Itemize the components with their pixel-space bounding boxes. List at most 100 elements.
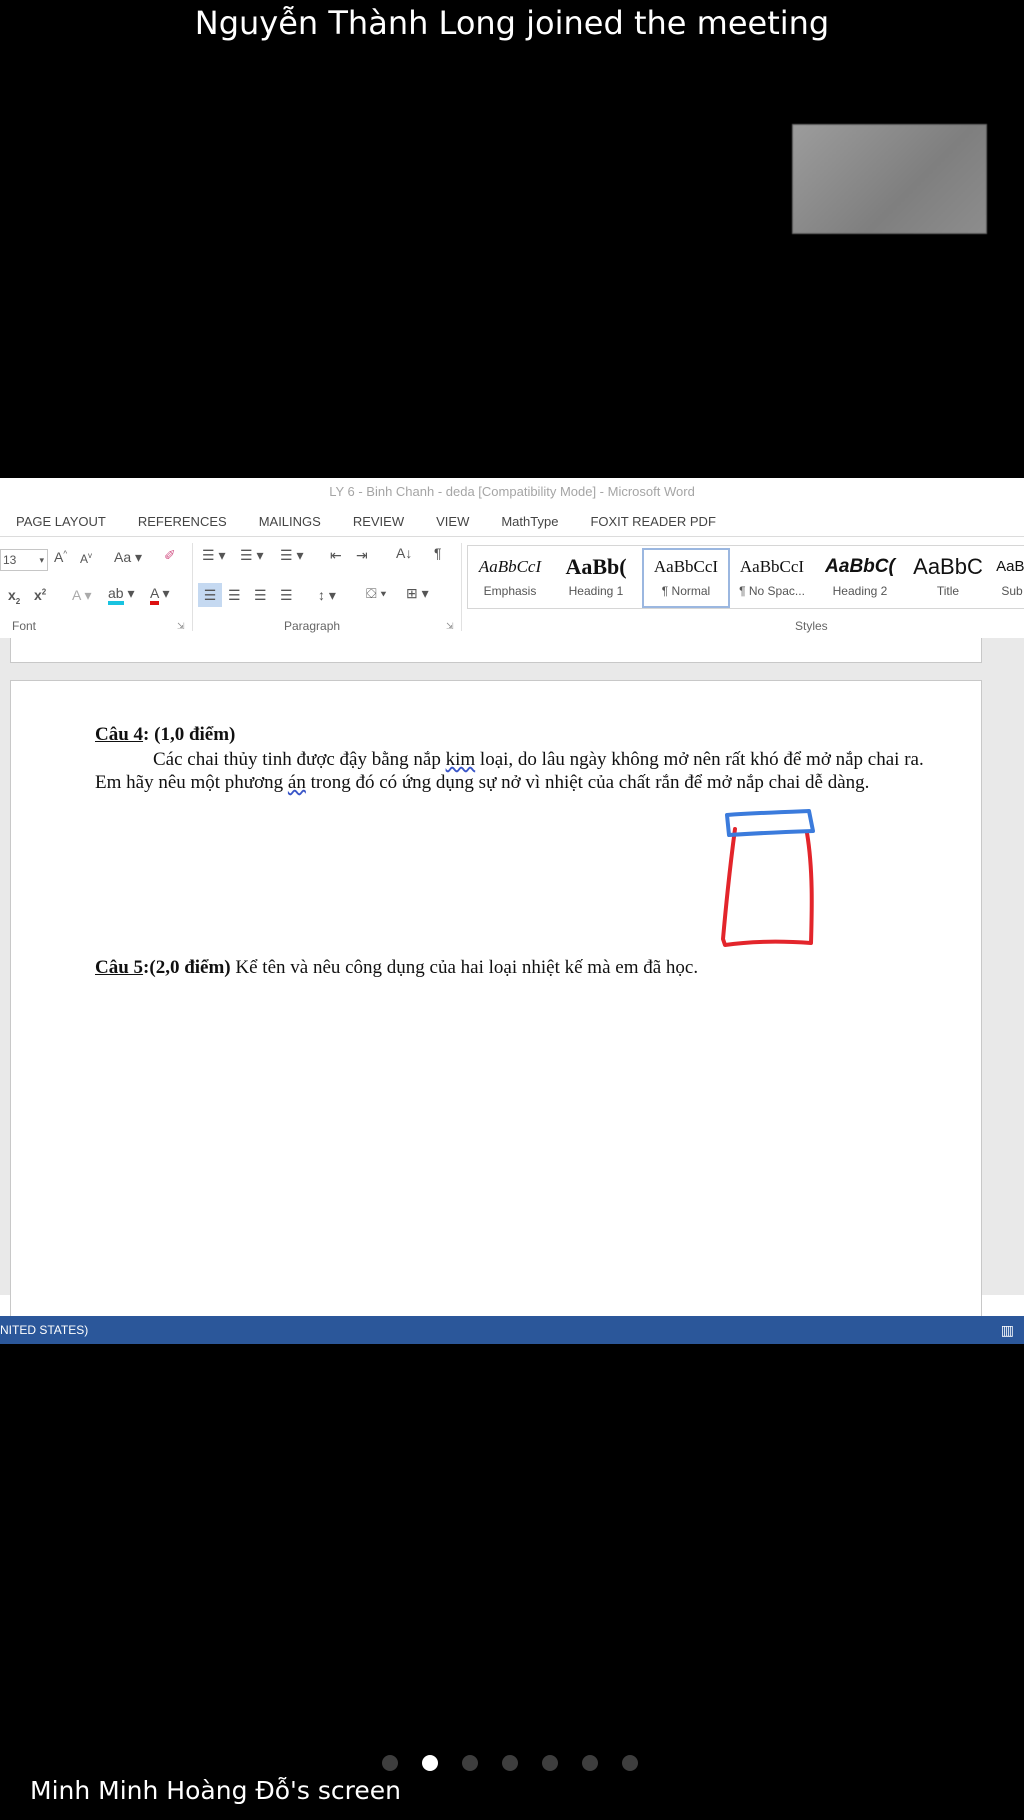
- justify-icon[interactable]: ☰: [280, 587, 293, 604]
- style-sample: AaBl: [996, 558, 1024, 575]
- previous-page-end: [10, 638, 982, 663]
- read-mode-icon[interactable]: ▥: [1001, 1316, 1014, 1344]
- question-4: Câu 4: (1,0 điểm) Các chai thủy tinh đượ…: [95, 723, 940, 794]
- shared-word-window: LY 6 - Binh Chanh - deda [Compatibility …: [0, 478, 1024, 1344]
- numbering-icon[interactable]: ☰ ▾: [240, 547, 263, 564]
- tab-foxit-reader-pdf[interactable]: FOXIT READER PDF: [590, 514, 715, 529]
- style-sample: AaBb(: [565, 554, 627, 579]
- page-dot[interactable]: [622, 1755, 638, 1771]
- question-5-points: :(2,0 điểm): [143, 957, 231, 978]
- paragraph-dialog-launcher-icon[interactable]: ⇲: [446, 621, 454, 632]
- highlight-color-icon[interactable]: ab ▾: [108, 585, 135, 605]
- style-heading-2[interactable]: AaBbC( Heading 2: [818, 550, 902, 608]
- shading-icon[interactable]: ⛋ ▾: [366, 585, 386, 602]
- question-5-text: Kể tên và nêu công dụng của hai loại nhi…: [230, 957, 699, 978]
- chevron-down-icon: ▾: [39, 555, 44, 565]
- clear-formatting-icon[interactable]: ✐: [164, 547, 176, 564]
- page-indicator: [382, 1755, 662, 1771]
- style-name: Heading 2: [832, 584, 888, 598]
- decrease-indent-icon[interactable]: ⇤: [330, 547, 342, 564]
- style-subtitle[interactable]: AaBl Sub: [992, 550, 1024, 608]
- tab-review[interactable]: REVIEW: [353, 514, 404, 529]
- tab-mailings[interactable]: MAILINGS: [259, 514, 321, 529]
- align-left-icon[interactable]: ☰: [198, 583, 222, 607]
- ribbon-separator: [192, 543, 193, 631]
- question-4-text: Các chai thủy tinh được đậy bằng nắp kim…: [95, 748, 940, 794]
- sort-icon[interactable]: A↓: [396, 545, 412, 561]
- style-sample: AaBbC(: [825, 556, 895, 577]
- style-normal[interactable]: AaBbCcI ¶ Normal: [642, 548, 730, 608]
- style-title[interactable]: AaBbC Title: [906, 550, 990, 608]
- screen-share-label: Minh Minh Hoàng Đỗ's screen: [30, 1776, 401, 1805]
- text-run: Các chai thủy tinh được đậy bằng nắp: [153, 749, 446, 770]
- hand-drawn-bottle-sketch: [721, 809, 815, 947]
- text-run: trong đó có ứng dụng sự nở vì nhiệt của …: [305, 772, 870, 793]
- style-name: ¶ Normal: [661, 584, 711, 598]
- borders-icon[interactable]: ⊞ ▾: [406, 585, 429, 602]
- grow-font-icon[interactable]: A^: [54, 549, 67, 565]
- question-5-heading: Câu 5:(2,0 điểm): [95, 957, 231, 978]
- status-language[interactable]: NITED STATES): [0, 1323, 88, 1337]
- question-4-points: : (1,0 điểm): [143, 724, 236, 745]
- document-page[interactable]: Câu 4: (1,0 điểm) Các chai thủy tinh đượ…: [10, 680, 982, 1322]
- spelling-flag: án: [287, 772, 306, 793]
- increase-indent-icon[interactable]: ⇥: [356, 547, 368, 564]
- page-dot[interactable]: [502, 1755, 518, 1771]
- page-dot[interactable]: [382, 1755, 398, 1771]
- ribbon-separator: [461, 543, 462, 631]
- ribbon: 13 ▾ A^ Av Aa ▾ ✐ x2 x2 A ▾ ab ▾ A ▾ Font…: [0, 537, 1024, 640]
- font-color-icon[interactable]: A ▾: [150, 585, 170, 605]
- style-name: ¶ No Spac...: [739, 584, 805, 598]
- style-sample: AaBbCcI: [653, 557, 719, 576]
- spelling-flag: kim: [445, 749, 476, 770]
- align-center-icon[interactable]: ☰: [228, 587, 241, 604]
- styles-group-label: Styles: [795, 619, 828, 633]
- page-dot[interactable]: [582, 1755, 598, 1771]
- window-title: LY 6 - Binh Chanh - deda [Compatibility …: [329, 484, 695, 499]
- style-sample: AaBbCcI: [739, 557, 805, 576]
- tab-references[interactable]: REFERENCES: [138, 514, 227, 529]
- page-dot[interactable]: [422, 1755, 438, 1771]
- status-bar: NITED STATES) ▥: [0, 1316, 1024, 1344]
- subscript-icon[interactable]: x2: [8, 587, 20, 606]
- document-area[interactable]: Câu 4: (1,0 điểm) Các chai thủy tinh đượ…: [0, 638, 1024, 1322]
- drawn-bottle-body: [721, 827, 814, 947]
- multilevel-list-icon[interactable]: ☰ ▾: [280, 547, 303, 564]
- question-4-heading: Câu 4: (1,0 điểm): [95, 723, 940, 746]
- style-heading-1[interactable]: AaBb( Heading 1: [554, 550, 638, 608]
- tab-view[interactable]: VIEW: [436, 514, 469, 529]
- change-case-icon[interactable]: Aa ▾: [114, 549, 142, 566]
- question-5: Câu 5:(2,0 điểm) Kể tên và nêu công dụng…: [95, 957, 698, 979]
- style-sample: AaBbCcI: [478, 557, 542, 576]
- style-emphasis[interactable]: AaBbCcI Emphasis: [468, 550, 552, 608]
- font-group-label: Font: [12, 619, 37, 633]
- question-5-label: Câu 5: [95, 957, 144, 978]
- shrink-font-icon[interactable]: Av: [80, 551, 92, 566]
- font-size-value: 13: [3, 553, 17, 567]
- meeting-notification: Nguyễn Thành Long joined the meeting: [194, 4, 830, 42]
- paragraph-group-label: Paragraph: [284, 619, 341, 633]
- show-formatting-marks-icon[interactable]: ¶: [434, 545, 442, 561]
- font-dialog-launcher-icon[interactable]: ⇲: [177, 621, 185, 632]
- style-sample: AaBbC: [913, 554, 983, 579]
- bullets-icon[interactable]: ☰ ▾: [202, 547, 225, 564]
- page-dot[interactable]: [542, 1755, 558, 1771]
- question-4-label: Câu 4: [95, 724, 144, 745]
- font-size-select[interactable]: 13 ▾: [0, 549, 48, 571]
- style-name: Sub: [1001, 584, 1023, 598]
- superscript-icon[interactable]: x2: [34, 587, 46, 603]
- align-right-icon[interactable]: ☰: [254, 587, 267, 604]
- tab-page-layout[interactable]: PAGE LAYOUT: [16, 514, 106, 529]
- style-no-spacing[interactable]: AaBbCcI ¶ No Spac...: [730, 550, 814, 608]
- page-dot[interactable]: [462, 1755, 478, 1771]
- styles-gallery: AaBbCcI Emphasis AaBb( Heading 1 AaBbCcI…: [467, 545, 1024, 609]
- line-spacing-icon[interactable]: ↕ ▾: [318, 587, 336, 604]
- style-name: Emphasis: [483, 584, 537, 598]
- drawn-bottle-cap: [725, 809, 815, 837]
- ribbon-tabs: PAGE LAYOUT REFERENCES MAILINGS REVIEW V…: [0, 506, 1024, 537]
- text-effects-icon[interactable]: A ▾: [72, 587, 91, 604]
- style-name: Title: [936, 584, 960, 598]
- style-name: Heading 1: [568, 584, 624, 598]
- tab-mathtype[interactable]: MathType: [501, 514, 558, 529]
- participant-video-thumbnail[interactable]: [792, 124, 987, 234]
